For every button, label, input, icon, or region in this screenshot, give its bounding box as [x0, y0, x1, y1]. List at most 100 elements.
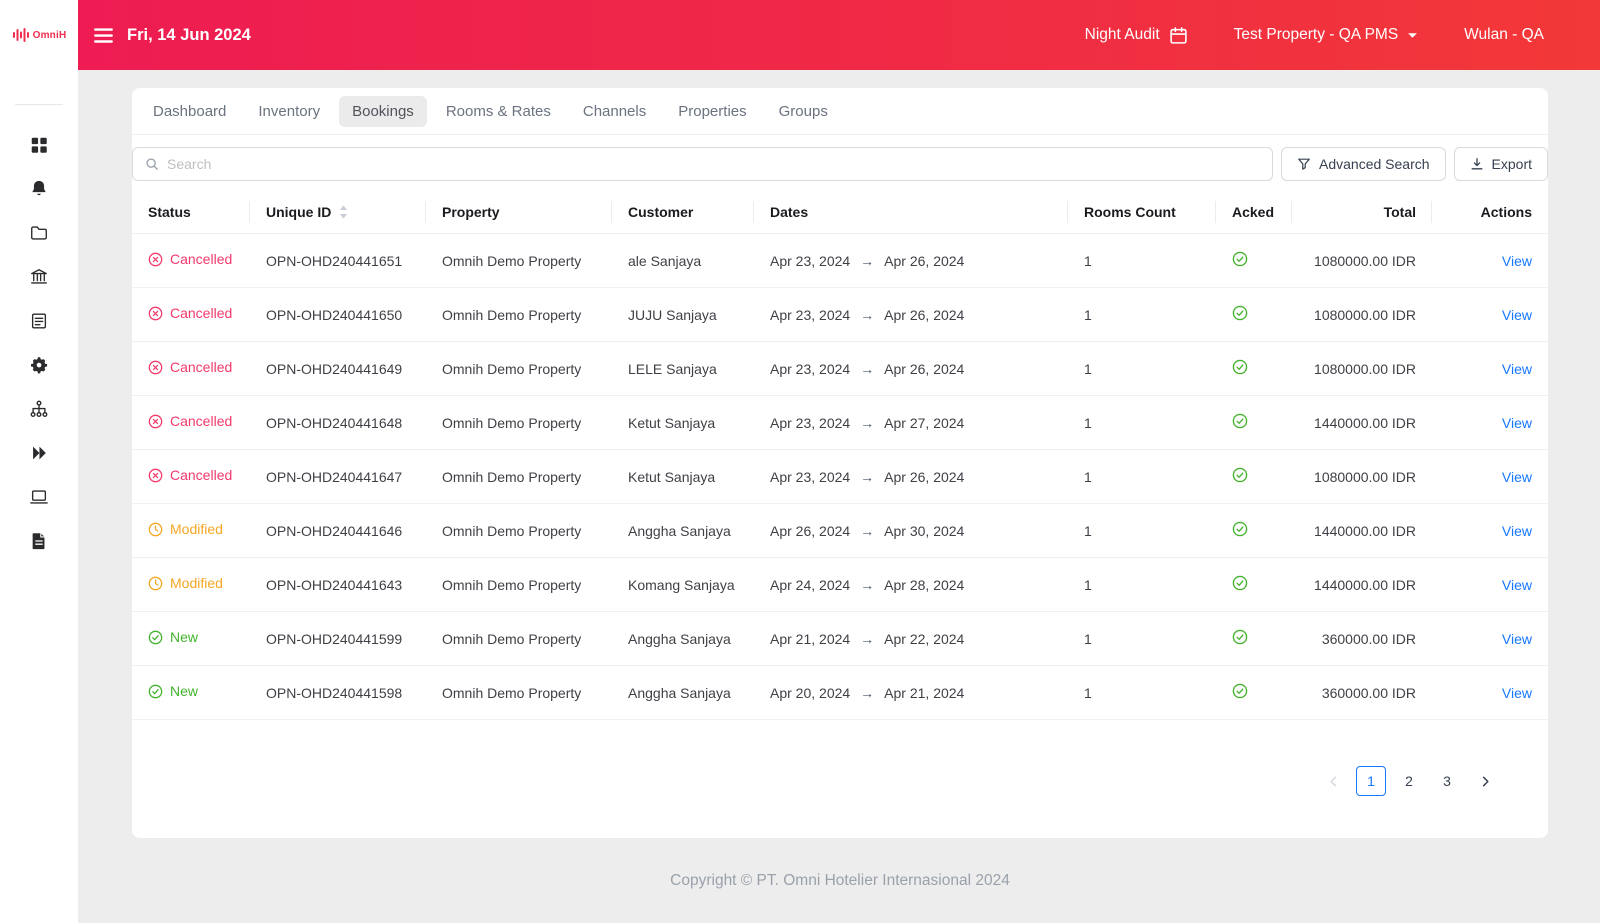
- date-to: Apr 26, 2024: [884, 468, 965, 485]
- date-from: Apr 23, 2024: [770, 252, 851, 269]
- user-name: Wulan - QA: [1464, 26, 1544, 43]
- pagination-page-2[interactable]: 2: [1394, 766, 1424, 796]
- tab-properties[interactable]: Properties: [665, 96, 759, 127]
- calendar-icon: [1169, 26, 1187, 44]
- sort-icon[interactable]: [339, 205, 348, 219]
- tab-dashboard[interactable]: Dashboard: [140, 96, 239, 127]
- form-icon[interactable]: [17, 299, 61, 343]
- date-from: Apr 26, 2024: [770, 522, 851, 539]
- cell-customer: Ketut Sanjaya: [612, 395, 754, 450]
- arrow-right-icon: →: [860, 576, 875, 593]
- cell-rooms-count: 1: [1068, 503, 1216, 558]
- cell-property: Omnih Demo Property: [426, 503, 612, 558]
- view-link[interactable]: View: [1502, 307, 1532, 323]
- cell-total: 1080000.00 IDR: [1292, 233, 1432, 288]
- view-link[interactable]: View: [1502, 523, 1532, 539]
- cell-rooms-count: 1: [1068, 287, 1216, 342]
- column-header-unique-id[interactable]: Unique ID: [250, 191, 426, 234]
- pagination-next[interactable]: [1470, 766, 1500, 796]
- view-link[interactable]: View: [1502, 361, 1532, 377]
- tab-rooms-rates[interactable]: Rooms & Rates: [433, 96, 564, 127]
- date-from: Apr 23, 2024: [770, 306, 851, 323]
- cell-unique-id: OPN-OHD240441646: [250, 503, 426, 558]
- table-row: Cancelled OPN-OHD240441647 Omnih Demo Prop…: [132, 449, 1548, 504]
- toolbar: Advanced Search Export: [132, 135, 1548, 191]
- cell-actions: View: [1432, 557, 1548, 612]
- advanced-search-button[interactable]: Advanced Search: [1281, 147, 1446, 181]
- column-header-acked: Acked: [1216, 191, 1292, 234]
- cell-total: 360000.00 IDR: [1292, 665, 1432, 720]
- status-label: Cancelled: [170, 305, 233, 322]
- date-to: Apr 28, 2024: [884, 576, 965, 593]
- arrow-right-icon: →: [860, 684, 875, 701]
- acked-check-icon: [1232, 683, 1248, 699]
- cell-property: Omnih Demo Property: [426, 665, 612, 720]
- cell-status: Cancelled: [132, 449, 250, 504]
- cell-unique-id: OPN-OHD240441649: [250, 341, 426, 396]
- cell-acked: [1216, 287, 1292, 342]
- cell-dates: Apr 20, 2024 → Apr 21, 2024: [754, 665, 1068, 720]
- report-icon[interactable]: [17, 519, 61, 563]
- table-row: Modified OPN-OHD240441646 Omnih Demo Prope…: [132, 503, 1548, 558]
- pagination-prev[interactable]: [1318, 766, 1348, 796]
- cell-unique-id: OPN-OHD240441650: [250, 287, 426, 342]
- view-link[interactable]: View: [1502, 415, 1532, 431]
- status-badge: Cancelled: [148, 413, 232, 429]
- status-modified-icon: [148, 522, 163, 537]
- tab-inventory[interactable]: Inventory: [245, 96, 333, 127]
- date-from: Apr 23, 2024: [770, 468, 851, 485]
- column-header-dates: Dates: [754, 191, 1068, 234]
- status-badge: Modified: [148, 575, 223, 591]
- property-icon[interactable]: [17, 255, 61, 299]
- status-badge: Cancelled: [148, 467, 232, 483]
- double-chevron-icon[interactable]: [17, 431, 61, 475]
- export-button[interactable]: Export: [1453, 147, 1548, 181]
- pagination-page-3[interactable]: 3: [1432, 766, 1462, 796]
- dashboard-icon[interactable]: [17, 123, 61, 167]
- tab-channels[interactable]: Channels: [570, 96, 659, 127]
- cluster-icon[interactable]: [17, 387, 61, 431]
- cell-total: 360000.00 IDR: [1292, 611, 1432, 666]
- notifications-icon[interactable]: [17, 167, 61, 211]
- cell-customer: LELE Sanjaya: [612, 341, 754, 396]
- menu-icon[interactable]: [92, 24, 115, 47]
- acked-check-icon: [1232, 305, 1248, 321]
- user-menu[interactable]: Wulan - QA: [1464, 26, 1544, 44]
- cell-dates: Apr 23, 2024 → Apr 26, 2024: [754, 233, 1068, 288]
- arrow-right-icon: →: [860, 522, 875, 539]
- app-logo[interactable]: OmniH: [0, 0, 78, 70]
- search-input[interactable]: [167, 156, 1260, 172]
- cell-status: Modified: [132, 557, 250, 612]
- chevron-down-icon: [1408, 32, 1418, 38]
- folder-icon[interactable]: [17, 211, 61, 255]
- column-header-customer: Customer: [612, 191, 754, 234]
- view-link[interactable]: View: [1502, 253, 1532, 269]
- night-audit-button[interactable]: Night Audit: [1085, 26, 1188, 45]
- settings-icon[interactable]: [17, 343, 61, 387]
- column-header-rooms-count: Rooms Count: [1068, 191, 1216, 234]
- tab-groups[interactable]: Groups: [766, 96, 841, 127]
- cell-dates: Apr 26, 2024 → Apr 30, 2024: [754, 503, 1068, 558]
- view-link[interactable]: View: [1502, 469, 1532, 485]
- date-from: Apr 23, 2024: [770, 360, 851, 377]
- cell-property: Omnih Demo Property: [426, 611, 612, 666]
- view-link[interactable]: View: [1502, 631, 1532, 647]
- view-link[interactable]: View: [1502, 685, 1532, 701]
- cell-customer: Ketut Sanjaya: [612, 449, 754, 504]
- table-header-row: Status Unique ID Property Customer Dates Room…: [132, 191, 1548, 234]
- cell-total: 1440000.00 IDR: [1292, 557, 1432, 612]
- bookings-table: Status Unique ID Property Customer Dates Room…: [132, 191, 1548, 720]
- tab-bookings[interactable]: Bookings: [339, 95, 427, 127]
- view-link[interactable]: View: [1502, 577, 1532, 593]
- property-selector[interactable]: Test Property - QA PMS: [1234, 26, 1419, 44]
- cell-dates: Apr 24, 2024 → Apr 28, 2024: [754, 557, 1068, 612]
- cell-customer: Anggha Sanjaya: [612, 665, 754, 720]
- pagination-page-1[interactable]: 1: [1356, 766, 1386, 796]
- acked-check-icon: [1232, 413, 1248, 429]
- laptop-icon[interactable]: [17, 475, 61, 519]
- date-from: Apr 20, 2024: [770, 684, 851, 701]
- column-header-total: Total: [1292, 191, 1432, 234]
- cell-customer: Anggha Sanjaya: [612, 503, 754, 558]
- cell-status: Modified: [132, 503, 250, 558]
- cell-acked: [1216, 557, 1292, 612]
